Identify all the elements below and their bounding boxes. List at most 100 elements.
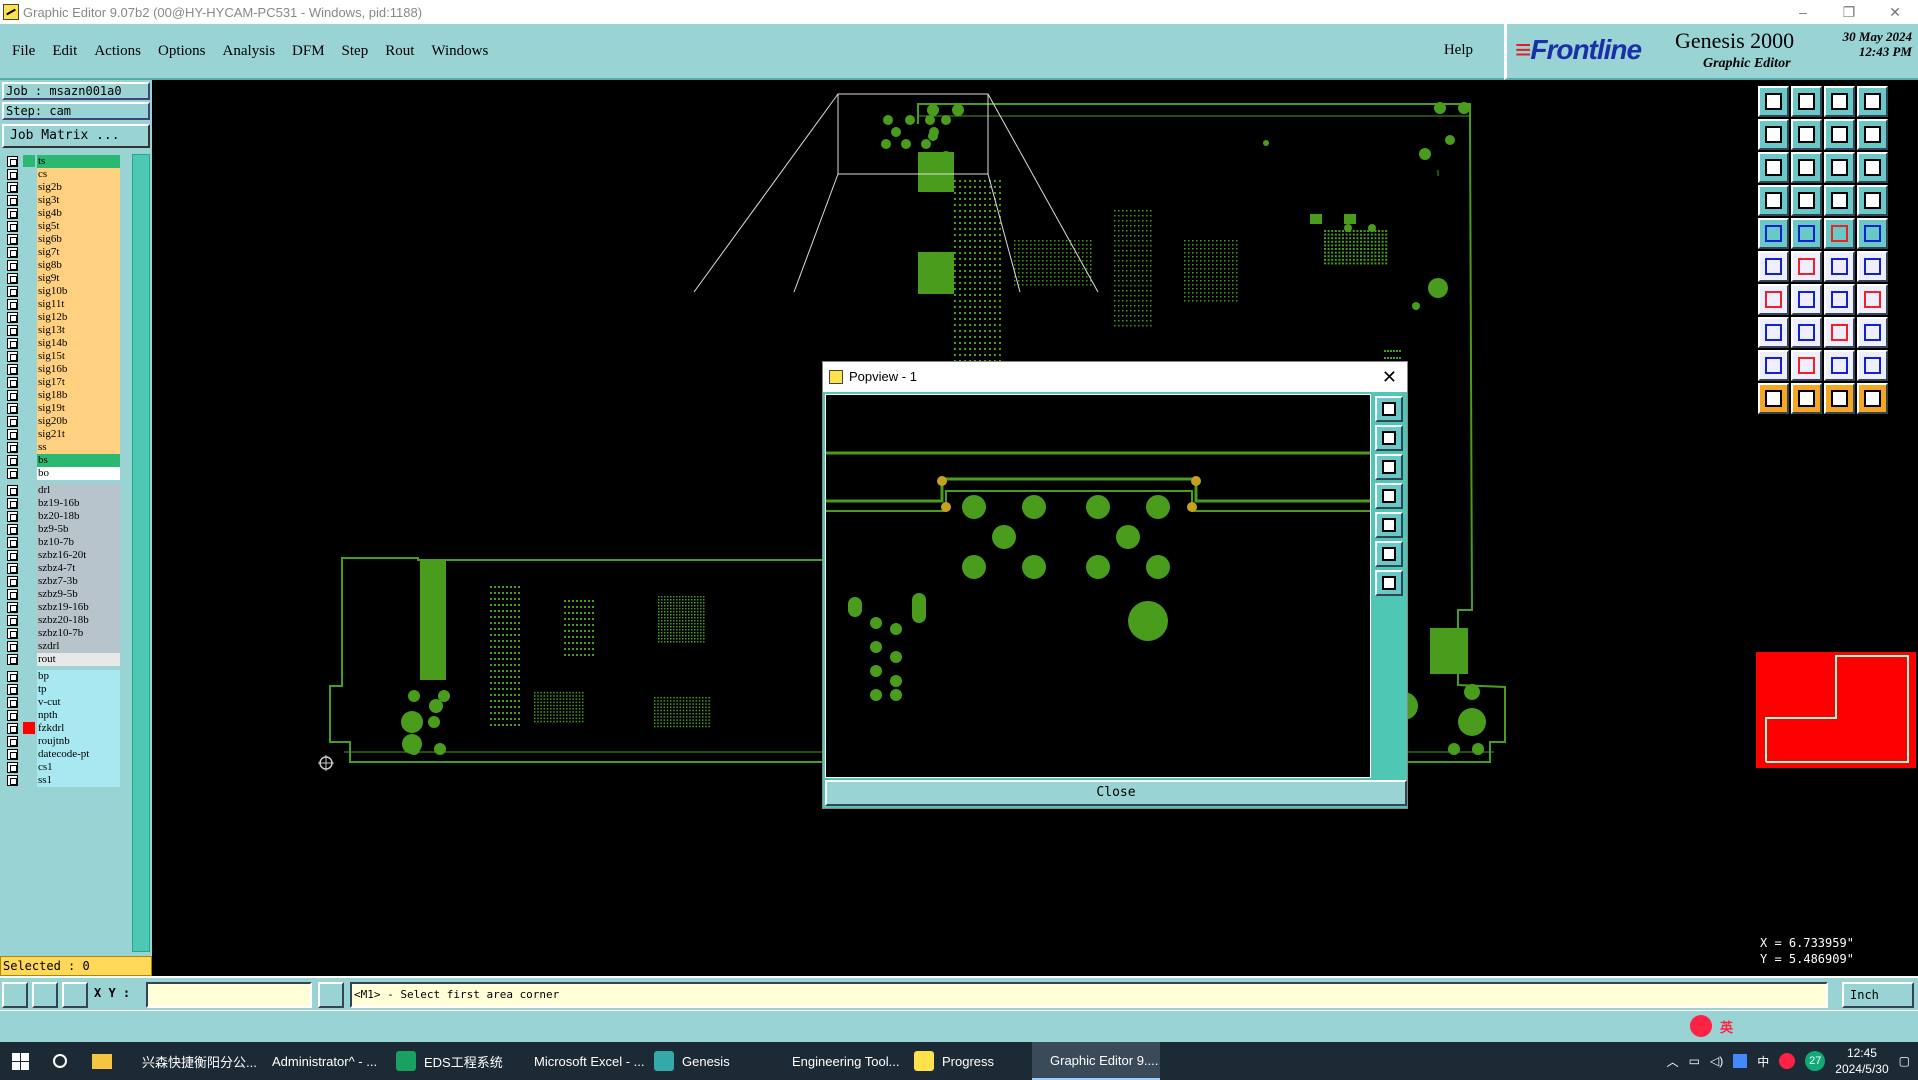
layer-name[interactable]: ts [37,154,120,168]
layer-name[interactable]: szbz10-7b [37,626,120,640]
layers-button[interactable] [1824,185,1855,216]
menu-actions[interactable]: Actions [94,43,141,60]
layer-name[interactable]: sig12b [37,310,120,324]
layer-row-v-cut[interactable]: v-cut [2,695,120,709]
units-selector[interactable]: Inch [1842,982,1914,1008]
layer-name[interactable]: datecode-pt [37,747,120,761]
zoom-home-button[interactable] [1758,86,1789,117]
layer-name[interactable]: bp [37,669,120,683]
layer-swatch[interactable] [23,389,35,401]
layer-checkbox[interactable] [7,298,18,310]
layer-name[interactable]: sig9t [37,271,120,285]
layer-checkbox[interactable] [7,575,18,587]
layer-name[interactable]: bz19-16b [37,496,120,510]
popview-down-button[interactable] [1375,454,1403,480]
home-button[interactable] [1824,86,1855,117]
layer-swatch[interactable] [23,337,35,349]
pad-button[interactable] [1758,218,1789,249]
layer-swatch[interactable] [23,774,35,786]
app-tray-icon[interactable] [1733,1054,1748,1068]
popview-canvas[interactable] [825,394,1371,778]
layer-swatch[interactable] [23,696,35,708]
query-button[interactable] [1857,152,1888,183]
move-select-button[interactable] [1857,383,1888,414]
layer-swatch[interactable] [23,220,35,232]
line-button[interactable] [1791,218,1822,249]
taskbar-item[interactable]: Genesis [644,1042,774,1080]
layer-checkbox[interactable] [7,415,18,427]
layer-checkbox[interactable] [7,376,18,388]
layer-name[interactable]: v-cut [37,695,120,709]
layer-checkbox[interactable] [7,614,18,626]
layer-row-bz9-5b[interactable]: bz9-5b [2,522,120,536]
zoom-out-button[interactable] [1791,86,1822,117]
layer-swatch[interactable] [23,350,35,362]
pointer-button[interactable] [1758,383,1789,414]
layer-name[interactable]: sig17t [37,375,120,389]
layer-name[interactable]: szbz4-7t [37,561,120,575]
popview-up-button[interactable] [1375,425,1403,451]
menu-dfm[interactable]: DFM [292,43,325,60]
layer-row-sig16b[interactable]: sig16b [2,362,120,376]
layer-name[interactable]: cs1 [37,760,120,774]
layer-row-bz20-18b[interactable]: bz20-18b [2,509,120,523]
layer-checkbox[interactable] [7,155,18,167]
close-window-button[interactable]: ✕ [1872,4,1918,21]
layer-row-cs[interactable]: cs [2,167,120,181]
slash-button[interactable] [1791,284,1822,315]
redraw-button[interactable] [1824,119,1855,150]
layer-name[interactable]: sig20b [37,414,120,428]
fit-button[interactable] [1758,152,1789,183]
layer-swatch[interactable] [23,588,35,600]
feature-button[interactable] [1758,317,1789,348]
layer-checkbox[interactable] [7,350,18,362]
layer-checkbox[interactable] [7,259,18,271]
layer-checkbox[interactable] [7,168,18,180]
layer-name[interactable]: bo [37,466,120,480]
layer-name[interactable]: fzkdrl [37,721,120,735]
layer-name[interactable]: ss [37,440,120,454]
layer-row-ts[interactable]: ts [2,154,120,168]
layer-checkbox[interactable] [7,285,18,297]
layer-row-szdrl[interactable]: szdrl [2,639,120,653]
layer-swatch[interactable] [23,722,35,734]
layer-checkbox[interactable] [7,588,18,600]
layer-name[interactable]: sig5t [37,219,120,233]
job-matrix-button[interactable]: Job Matrix ... [2,124,150,148]
layer-checkbox[interactable] [7,194,18,206]
measure-button[interactable] [1758,185,1789,216]
move-button[interactable] [1824,251,1855,282]
desktop-peek-icon[interactable]: ▢ [1899,1054,1910,1068]
layer-checkbox[interactable] [7,536,18,548]
notification-badge[interactable]: 27 [1805,1051,1826,1071]
taskbar-item[interactable]: Progress [904,1042,1032,1080]
network-icon[interactable]: ▭ [1689,1054,1700,1068]
layer-swatch[interactable] [23,497,35,509]
layer-row-sig14b[interactable]: sig14b [2,336,120,350]
layer-swatch[interactable] [23,207,35,219]
layer-row-sig15t[interactable]: sig15t [2,349,120,363]
ime-toolbar[interactable]: 英 [1690,1012,1918,1040]
layer-swatch[interactable] [23,272,35,284]
layer-row-szbz7-3b[interactable]: szbz7-3b [2,574,120,588]
copy-button[interactable] [1857,251,1888,282]
layer-row-ss[interactable]: ss [2,440,120,454]
popview-close-icon[interactable]: ✕ [1382,362,1397,392]
layer-row-roujtnb[interactable]: roujtnb [2,734,120,748]
layer-swatch[interactable] [23,194,35,206]
layer-swatch[interactable] [23,454,35,466]
layer-checkbox[interactable] [7,670,18,682]
layer-row-sig4b[interactable]: sig4b [2,206,120,220]
layer-name[interactable]: sig18b [37,388,120,402]
layer-row-sig7t[interactable]: sig7t [2,245,120,259]
layer-swatch[interactable] [23,761,35,773]
draw-line-button[interactable] [1758,284,1789,315]
layer-row-fzkdrl[interactable]: fzkdrl [2,721,120,735]
layer-name[interactable]: sig16b [37,362,120,376]
layer-swatch[interactable] [23,523,35,535]
layer-swatch[interactable] [23,683,35,695]
layer-row-szbz20-18b[interactable]: szbz20-18b [2,613,120,627]
layer-swatch[interactable] [23,484,35,496]
layer-row-sig10b[interactable]: sig10b [2,284,120,298]
layer-swatch[interactable] [23,653,35,665]
